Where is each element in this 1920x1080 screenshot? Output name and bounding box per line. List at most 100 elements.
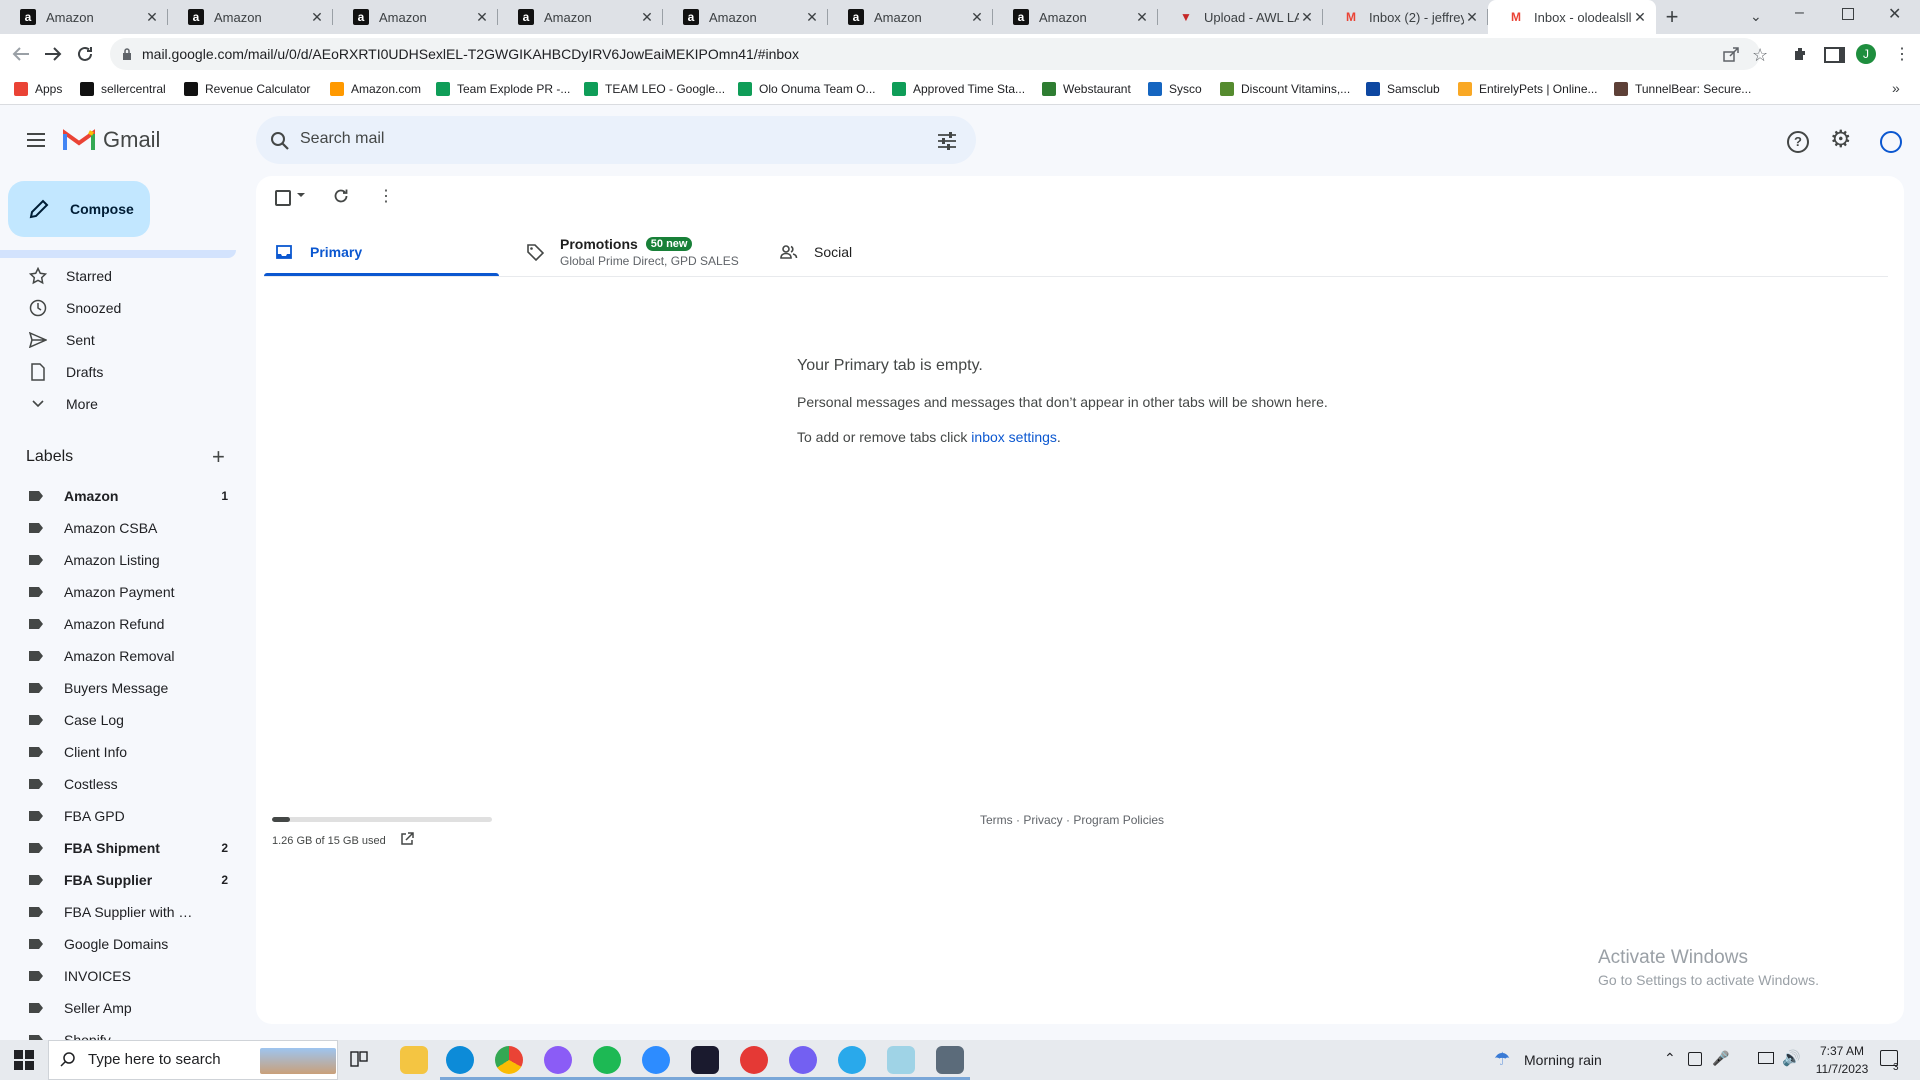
close-tab-icon[interactable]: ✕ xyxy=(1464,9,1480,25)
app-icon[interactable] xyxy=(691,1046,719,1074)
tab-promotions[interactable]: Promotions 50 new Global Prime Direct, G… xyxy=(518,228,758,276)
close-tab-icon[interactable]: ✕ xyxy=(804,9,820,25)
refresh-icon[interactable] xyxy=(333,188,349,204)
share-icon[interactable] xyxy=(1722,46,1740,62)
browser-tab[interactable]: ▼ Upload - AWL LAB✕ xyxy=(1158,0,1323,34)
terms-link[interactable]: Terms xyxy=(980,813,1013,827)
inbox-settings-link[interactable]: inbox settings xyxy=(971,429,1057,445)
label-item[interactable]: Amazon Listing xyxy=(16,544,236,576)
bookmark-item[interactable]: Samsclub xyxy=(1366,80,1440,98)
label-item[interactable]: Shopify xyxy=(16,1024,236,1040)
bookmarks-overflow-icon[interactable]: » xyxy=(1892,80,1900,96)
open-storage-icon[interactable] xyxy=(400,832,414,846)
notepad-icon[interactable] xyxy=(887,1046,915,1074)
label-item[interactable]: FBA GPD xyxy=(16,800,236,832)
file-explorer-icon[interactable] xyxy=(400,1046,428,1074)
messenger-icon[interactable] xyxy=(544,1046,572,1074)
browser-tab[interactable]: a Amazon ✕ xyxy=(333,0,498,34)
label-item[interactable]: FBA Supplier 2 xyxy=(16,864,236,896)
bookmark-star-icon[interactable]: ☆ xyxy=(1752,45,1768,66)
help-icon[interactable]: ? xyxy=(1787,131,1809,153)
label-item[interactable]: INVOICES xyxy=(16,960,236,992)
bookmark-item[interactable]: Approved Time Sta... xyxy=(892,80,1025,98)
bookmark-item[interactable]: Olo Onuma Team O... xyxy=(738,80,876,98)
label-item[interactable]: Amazon Payment xyxy=(16,576,236,608)
label-item[interactable]: Amazon 1 xyxy=(16,480,236,512)
bookmark-item[interactable]: Amazon.com xyxy=(330,80,421,98)
network-icon[interactable] xyxy=(1758,1052,1774,1064)
bookmark-item[interactable]: Sysco xyxy=(1148,80,1202,98)
new-tab-button[interactable]: + xyxy=(1660,6,1684,30)
close-tab-icon[interactable]: ✕ xyxy=(969,9,985,25)
browser-menu-icon[interactable]: ⋮ xyxy=(1894,44,1910,64)
windows-start-icon[interactable] xyxy=(14,1050,34,1070)
program-policies-link[interactable]: Program Policies xyxy=(1073,813,1164,827)
taskbar-search-input[interactable]: Type here to search xyxy=(88,1051,221,1068)
browser-tab[interactable]: a Amazon ✕ xyxy=(828,0,993,34)
browser-tab[interactable]: M Inbox - olodealsllc ✕ xyxy=(1488,0,1656,34)
select-dropdown-icon[interactable] xyxy=(296,192,306,198)
microphone-icon[interactable]: 🎤 xyxy=(1712,1050,1729,1067)
edge-icon[interactable] xyxy=(446,1046,474,1074)
bookmark-item[interactable]: Team Explode PR -... xyxy=(436,80,570,98)
close-tab-icon[interactable]: ✕ xyxy=(1134,9,1150,25)
privacy-link[interactable]: Privacy xyxy=(1023,813,1062,827)
spotify-icon[interactable] xyxy=(593,1046,621,1074)
bookmark-item[interactable]: Webstaurant xyxy=(1042,80,1131,98)
tray-icon[interactable] xyxy=(1688,1052,1702,1066)
label-item[interactable]: Client Info xyxy=(16,736,236,768)
clock-time[interactable]: 7:37 AM xyxy=(1812,1044,1872,1058)
maximize-button[interactable] xyxy=(1842,8,1854,20)
volume-icon[interactable]: 🔊 xyxy=(1782,1049,1801,1067)
bookmark-item[interactable]: Discount Vitamins,... xyxy=(1220,80,1350,98)
browser-tab[interactable]: a Amazon ✕ xyxy=(498,0,663,34)
label-item[interactable]: Amazon CSBA xyxy=(16,512,236,544)
tab-primary[interactable]: Primary xyxy=(264,228,499,276)
label-item[interactable]: Seller Amp xyxy=(16,992,236,1024)
label-item[interactable]: FBA Shipment 2 xyxy=(16,832,236,864)
search-input[interactable]: Search mail xyxy=(300,130,384,148)
close-tab-icon[interactable]: ✕ xyxy=(639,9,655,25)
close-tab-icon[interactable]: ✕ xyxy=(309,9,325,25)
browser-tab[interactable]: a Amazon ✕ xyxy=(663,0,828,34)
more-options-icon[interactable]: ⋮ xyxy=(378,186,394,206)
show-hidden-icons[interactable]: ⌃ xyxy=(1664,1050,1676,1067)
profile-avatar[interactable]: J xyxy=(1856,44,1876,64)
select-all-checkbox[interactable] xyxy=(275,190,291,206)
viber-icon[interactable] xyxy=(789,1046,817,1074)
tab-search-icon[interactable]: ⌄ xyxy=(1750,8,1762,25)
bookmark-item[interactable]: EntirelyPets | Online... xyxy=(1458,80,1598,98)
close-tab-icon[interactable]: ✕ xyxy=(1299,9,1315,25)
zoom-icon[interactable] xyxy=(642,1046,670,1074)
extensions-icon[interactable] xyxy=(1792,46,1808,62)
browser-tab[interactable]: a Amazon ✕ xyxy=(993,0,1158,34)
storage-bar[interactable] xyxy=(272,817,492,822)
clock-date[interactable]: 11/7/2023 xyxy=(1808,1062,1876,1076)
weather-text[interactable]: Morning rain xyxy=(1524,1052,1602,1068)
label-item[interactable]: Google Domains xyxy=(16,928,236,960)
label-item[interactable]: Amazon Refund xyxy=(16,608,236,640)
label-item[interactable]: Buyers Message xyxy=(16,672,236,704)
label-item[interactable]: FBA Supplier with Catal... xyxy=(16,896,236,928)
chrome-icon[interactable] xyxy=(495,1046,523,1074)
bookmark-item[interactable]: TunnelBear: Secure... xyxy=(1614,80,1751,98)
red-app-icon[interactable] xyxy=(740,1046,768,1074)
close-window-button[interactable]: ✕ xyxy=(1888,4,1901,24)
task-view-icon[interactable] xyxy=(350,1050,368,1068)
browser-tab[interactable]: M Inbox (2) - jeffreyp ✕ xyxy=(1323,0,1488,34)
account-avatar[interactable] xyxy=(1880,131,1902,153)
weather-icon[interactable]: ☂ xyxy=(1494,1049,1510,1070)
search-options-icon[interactable] xyxy=(937,132,957,150)
side-panel-icon[interactable] xyxy=(1824,47,1845,63)
bookmark-item[interactable]: TEAM LEO - Google... xyxy=(584,80,725,98)
close-tab-icon[interactable]: ✕ xyxy=(474,9,490,25)
label-item[interactable]: Amazon Removal xyxy=(16,640,236,672)
settings-gear-icon[interactable]: ⚙ xyxy=(1830,128,1852,152)
close-tab-icon[interactable]: ✕ xyxy=(1632,9,1648,25)
label-item[interactable]: Costless xyxy=(16,768,236,800)
telegram-icon[interactable] xyxy=(838,1046,866,1074)
tab-social[interactable]: Social xyxy=(770,228,970,276)
calculator-icon[interactable] xyxy=(936,1046,964,1074)
minimize-button[interactable]: – xyxy=(1795,4,1819,22)
label-item[interactable]: Case Log xyxy=(16,704,236,736)
